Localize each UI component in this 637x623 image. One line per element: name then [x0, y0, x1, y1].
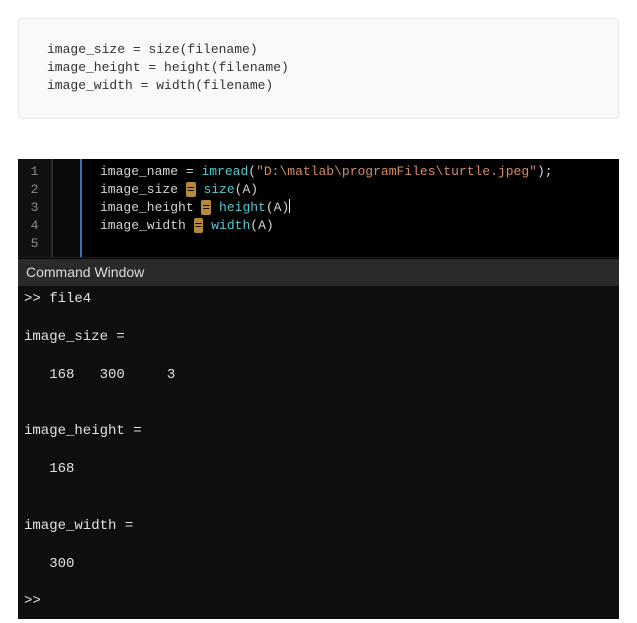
code-line-2: image_size = size(A) [100, 181, 611, 199]
code-line-3: image_height = height(A) [100, 199, 611, 217]
code-var: image_height [100, 200, 201, 215]
text-cursor-icon [289, 199, 290, 213]
assign-op: = [186, 182, 196, 197]
line-number: 5 [18, 235, 51, 253]
code-args: (A) [235, 182, 258, 197]
code-func: size [203, 182, 234, 197]
code-args: (A) [266, 200, 289, 215]
doc-code-line-1: image_size = size(filename) [47, 42, 258, 57]
space [211, 200, 219, 215]
assign-op: = [186, 164, 194, 179]
code-lines[interactable]: image_name = imread("D:\matlab\programFi… [82, 159, 619, 257]
code-line-5 [100, 235, 611, 253]
code-line-1: image_name = imread("D:\matlab\programFi… [100, 163, 611, 181]
command-window-output[interactable]: >> file4 image_size = 168 300 3 image_he… [18, 286, 619, 619]
line-number-gutter: 1 2 3 4 5 [18, 159, 52, 257]
line-number: 4 [18, 217, 51, 235]
assign-op: = [201, 200, 211, 215]
paren-close: ); [537, 164, 553, 179]
line-number: 2 [18, 181, 51, 199]
line-number: 1 [18, 163, 51, 181]
doc-code-line-2: image_height = height(filename) [47, 60, 289, 75]
code-var: image_name [100, 164, 186, 179]
code-func: width [211, 218, 250, 233]
gutter-spacer [52, 159, 82, 257]
assign-op: = [194, 218, 204, 233]
doc-code-block: image_size = size(filename) image_height… [18, 18, 619, 119]
paren-open: ( [248, 164, 256, 179]
code-line-4: image_width = width(A) [100, 217, 611, 235]
code-var: image_size [100, 182, 186, 197]
code-editor[interactable]: 1 2 3 4 5 image_name = imread("D:\matlab… [18, 159, 619, 258]
doc-code-line-3: image_width = width(filename) [47, 78, 273, 93]
code-func: height [219, 200, 266, 215]
line-number: 3 [18, 199, 51, 217]
code-string: "D:\matlab\programFiles\turtle.jpeg" [256, 164, 537, 179]
code-var: image_width [100, 218, 194, 233]
code-func: imread [201, 164, 248, 179]
command-window-header: Command Window [18, 258, 619, 287]
code-args: (A) [250, 218, 273, 233]
ide-block: 1 2 3 4 5 image_name = imread("D:\matlab… [18, 159, 619, 620]
